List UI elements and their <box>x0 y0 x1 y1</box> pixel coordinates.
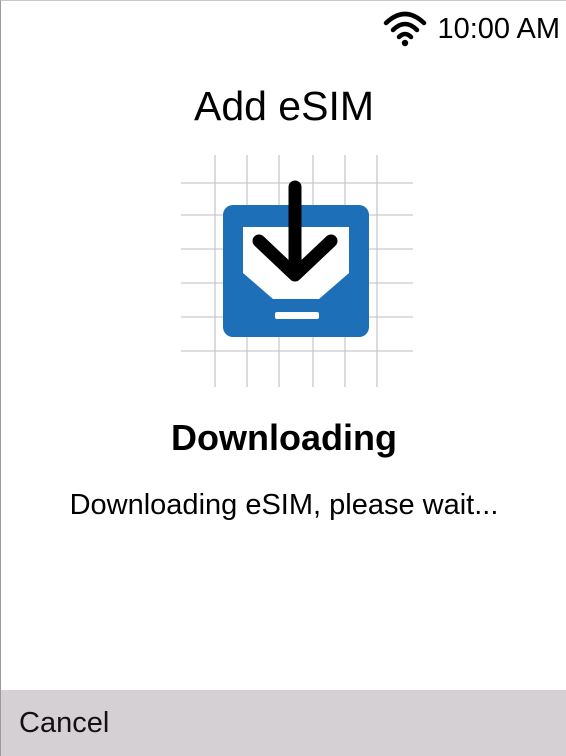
status-time: 10:00 AM <box>437 13 560 45</box>
softkey-bar[interactable]: Cancel <box>1 690 566 756</box>
status-bar: 10:00 AM <box>383 9 560 49</box>
wifi-icon <box>384 11 427 47</box>
status-message: Downloading eSIM, please wait... <box>69 489 499 521</box>
page-title: Add eSIM <box>193 83 375 129</box>
phone-screen: 10:00 AM Add eSIM Downloading Downloadin… <box>0 0 566 756</box>
download-tray-icon <box>181 155 413 387</box>
status-heading: Downloading <box>171 417 397 458</box>
cancel-button[interactable]: Cancel <box>1 707 109 740</box>
